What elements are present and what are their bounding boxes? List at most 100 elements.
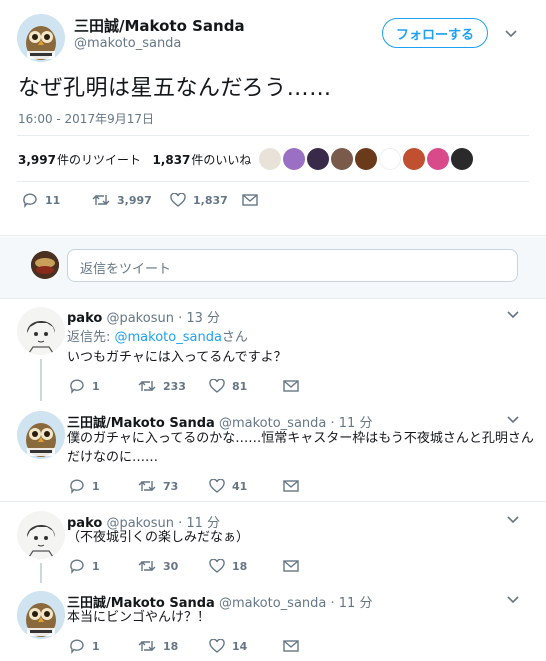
retweet-icon	[92, 195, 110, 205]
liker-avatar[interactable]	[283, 148, 305, 170]
like-button[interactable]: 18	[209, 559, 283, 573]
retweet-count: 233	[163, 379, 186, 393]
author-handle[interactable]: @makoto_sanda	[74, 36, 181, 51]
boy-avatar-icon	[17, 307, 65, 355]
retweets-label[interactable]: 件のリツイート	[57, 153, 141, 167]
reply-button[interactable]: 11	[22, 192, 92, 208]
retweet-icon	[138, 561, 156, 571]
reply-input[interactable]: 返信をツイート	[67, 249, 518, 282]
dm-button[interactable]	[242, 194, 258, 206]
thread-line	[40, 563, 42, 583]
retweet-icon	[138, 641, 156, 651]
liker-avatars	[259, 146, 473, 172]
owl-avatar-icon	[17, 14, 65, 62]
retweet-count: 3,997	[117, 193, 152, 207]
follow-button[interactable]: フォローする	[382, 18, 488, 48]
chevron-down-icon[interactable]	[505, 512, 521, 528]
tweet-stats: 3,997件のリツイート 1,837件のいいね	[18, 151, 251, 168]
owl-avatar-icon	[17, 411, 65, 459]
dm-button[interactable]	[283, 380, 299, 392]
reply-tweet: 三田誠/Makoto Sanda @makoto_sanda · 11 分 本当…	[0, 591, 546, 661]
dm-button[interactable]	[283, 480, 299, 492]
reply-count: 11	[45, 193, 61, 207]
like-count: 14	[232, 639, 248, 653]
liker-avatar[interactable]	[403, 148, 425, 170]
reply-time[interactable]: · 13 分	[178, 311, 220, 326]
retweets-count[interactable]: 3,997	[18, 153, 56, 167]
retweet-button[interactable]: 3,997	[92, 193, 170, 207]
reply-button[interactable]: 1	[69, 558, 138, 574]
heart-icon	[170, 193, 186, 207]
divider	[17, 181, 529, 182]
avatar[interactable]	[17, 307, 65, 355]
like-button[interactable]: 81	[209, 379, 283, 393]
reply-count: 1	[92, 479, 100, 493]
liker-avatar[interactable]	[355, 148, 377, 170]
heart-icon	[209, 379, 225, 393]
main-tweet: 三田誠/Makoto Sanda @makoto_sanda フォローする なぜ…	[0, 0, 546, 236]
retweet-button[interactable]: 18	[138, 639, 209, 653]
chevron-down-icon[interactable]	[503, 26, 519, 42]
replying-to-link[interactable]: @makoto_sanda	[115, 330, 222, 345]
reply-button[interactable]: 1	[69, 638, 138, 654]
avatar[interactable]	[17, 591, 65, 639]
liker-avatar[interactable]	[427, 148, 449, 170]
liker-avatar[interactable]	[379, 148, 401, 170]
owl-avatar-icon	[17, 591, 65, 639]
reply-text-line-1: 僕のガチャに入ってるのかな……恒常キャスター枠はもう不夜城さんと孔明さん	[67, 431, 534, 446]
reply-button[interactable]: 1	[69, 478, 138, 494]
liker-avatar[interactable]	[331, 148, 353, 170]
reply-composer: 返信をツイート	[0, 237, 546, 299]
dm-button[interactable]	[283, 640, 299, 652]
reply-author-handle[interactable]: @makoto_sanda	[219, 596, 326, 611]
envelope-icon	[242, 194, 258, 206]
chevron-down-icon[interactable]	[505, 412, 521, 428]
liker-avatar[interactable]	[259, 148, 281, 170]
avatar[interactable]	[17, 511, 65, 559]
heart-icon	[209, 479, 225, 493]
avatar[interactable]	[17, 411, 65, 459]
like-button[interactable]: 41	[209, 479, 283, 493]
reply-author-handle[interactable]: @pakosun	[106, 311, 174, 326]
avatar[interactable]	[17, 14, 65, 62]
likes-count[interactable]: 1,837	[152, 153, 190, 167]
thread-line	[40, 359, 42, 401]
heart-icon	[209, 639, 225, 653]
like-button[interactable]: 1,837	[170, 193, 242, 207]
reply-actions: 1 18 14	[69, 638, 299, 654]
replying-to-suffix: さん	[221, 330, 248, 345]
like-button[interactable]: 14	[209, 639, 283, 653]
retweet-count: 73	[163, 479, 179, 493]
retweet-count: 30	[163, 559, 179, 573]
heart-icon	[209, 559, 225, 573]
reply-author-name[interactable]: pako	[67, 311, 102, 326]
current-user-avatar	[31, 251, 59, 279]
envelope-icon	[283, 560, 299, 572]
like-count: 81	[232, 379, 248, 393]
dm-button[interactable]	[283, 560, 299, 572]
reply-tweet: pako @pakosun · 11 分 （不夜城引くの楽しみだなぁ） 1 30…	[0, 511, 546, 583]
reply-time[interactable]: · 11 分	[331, 596, 373, 611]
likes-label[interactable]: 件のいいね	[191, 153, 251, 167]
reply-actions: 1 233 81	[69, 378, 299, 394]
chevron-down-icon[interactable]	[505, 592, 521, 608]
author-name[interactable]: 三田誠/Makoto Sanda	[74, 15, 245, 36]
reply-count: 1	[92, 639, 100, 653]
retweet-button[interactable]: 73	[138, 479, 209, 493]
reply-header: pako @pakosun · 13 分	[67, 307, 220, 326]
reply-tweet: 三田誠/Makoto Sanda @makoto_sanda · 11 分 僕の…	[0, 411, 546, 501]
reply-icon	[70, 479, 84, 494]
tweet-timestamp[interactable]: 16:00 - 2017年9月17日	[18, 110, 154, 127]
like-count: 1,837	[193, 193, 228, 207]
reply-count: 1	[92, 559, 100, 573]
reply-text: 本当にビンゴやんけ？！	[67, 610, 211, 625]
chevron-down-icon[interactable]	[505, 307, 521, 323]
liker-avatar[interactable]	[451, 148, 473, 170]
retweet-button[interactable]: 30	[138, 559, 209, 573]
liker-avatar[interactable]	[307, 148, 329, 170]
reply-button[interactable]: 1	[69, 378, 138, 394]
retweet-count: 18	[163, 639, 179, 653]
replying-to: 返信先: @makoto_sandaさん	[67, 328, 248, 347]
retweet-button[interactable]: 233	[138, 379, 209, 393]
like-count: 41	[232, 479, 248, 493]
